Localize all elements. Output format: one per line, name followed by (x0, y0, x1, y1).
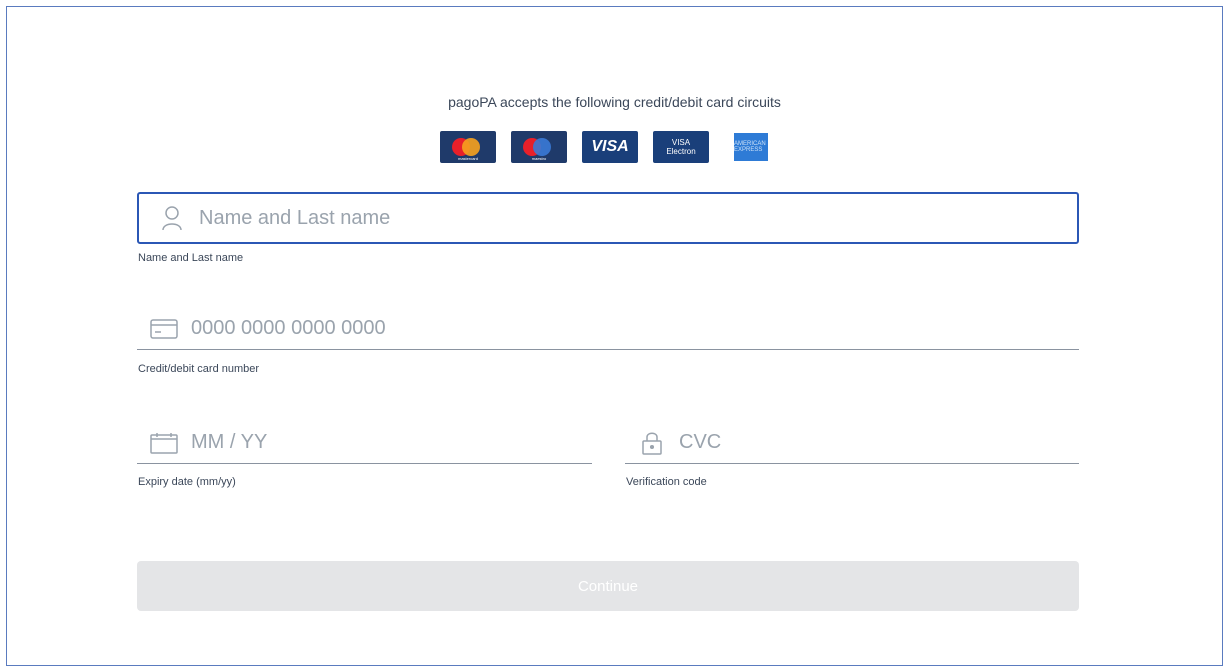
visa-logo: VISA (582, 131, 638, 163)
card-number-input[interactable] (189, 307, 1079, 350)
maestro-logo: maestro (511, 131, 567, 163)
lock-icon (637, 428, 667, 458)
card-circuits-title: pagoPA accepts the following credit/debi… (448, 94, 781, 110)
card-number-field[interactable] (137, 307, 1079, 350)
calendar-icon (149, 428, 179, 458)
cvc-field[interactable] (625, 421, 1079, 464)
user-icon (157, 203, 187, 233)
name-helper-label: Name and Last name (138, 252, 244, 264)
name-field[interactable] (137, 192, 1079, 244)
cvc-helper-label: Verification code (626, 476, 707, 488)
mastercard-logo: mastercard (440, 131, 496, 163)
card-circuits-list: mastercard maestro VISA VISA Electron AM… (440, 131, 772, 163)
expiry-input[interactable] (189, 421, 592, 464)
visa-electron-logo: VISA Electron (653, 131, 709, 163)
expiry-helper-label: Expiry date (mm/yy) (138, 476, 236, 488)
amex-logo: AMERICAN EXPRESS (732, 131, 772, 163)
credit-card-icon (149, 314, 179, 344)
card-number-helper-label: Credit/debit card number (138, 363, 260, 375)
expiry-field[interactable] (137, 421, 592, 464)
name-input[interactable] (197, 193, 1077, 243)
cvc-input[interactable] (677, 421, 1079, 464)
continue-button[interactable]: Continue (137, 561, 1079, 611)
